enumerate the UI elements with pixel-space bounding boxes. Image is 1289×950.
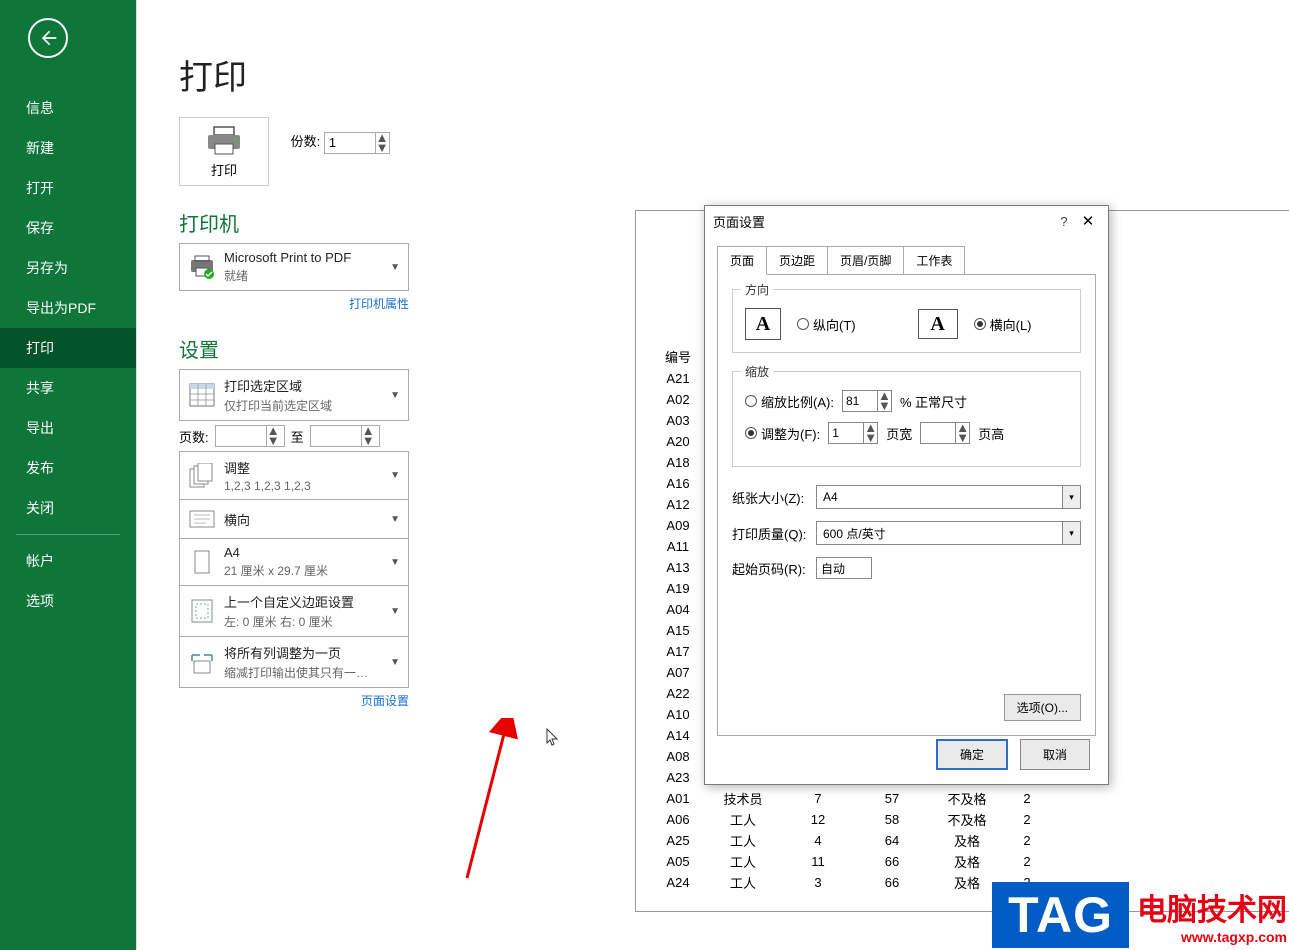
copies-label: 份数:: [291, 134, 321, 149]
watermark-logo: TAG 电脑技术网www.tagxp.com: [992, 882, 1287, 948]
copies-spinner[interactable]: ▲▼: [324, 132, 390, 154]
orientation-legend: 方向: [741, 281, 773, 298]
margins-dropdown[interactable]: 上一个自定义边距设置左: 0 厘米 右: 0 厘米 ▼: [179, 585, 409, 637]
printer-properties-link[interactable]: 打印机属性: [179, 295, 409, 312]
nav-item-10[interactable]: 关闭: [0, 488, 136, 528]
tab-2[interactable]: 页眉/页脚: [827, 246, 904, 275]
annotation-arrow: [437, 718, 547, 898]
chevron-down-icon: ▼: [390, 657, 400, 668]
collate-dropdown[interactable]: 调整1,2,3 1,2,3 1,2,3 ▼: [179, 451, 409, 500]
help-button[interactable]: ?: [1052, 214, 1076, 229]
nav-item-6[interactable]: 打印: [0, 328, 136, 368]
portrait-icon: A: [745, 308, 781, 340]
nav-separator: [16, 534, 120, 535]
print-button[interactable]: 打印: [179, 117, 269, 186]
orientation-dropdown[interactable]: 横向 ▼: [179, 499, 409, 539]
chevron-down-icon: ▼: [390, 606, 400, 617]
page-to-input[interactable]: [311, 426, 361, 446]
scale-legend: 缩放: [741, 363, 773, 380]
portrait-radio[interactable]: 纵向(T): [797, 315, 856, 334]
page-setup-link[interactable]: 页面设置: [179, 692, 409, 709]
paper-dropdown[interactable]: A421 厘米 x 29.7 厘米 ▼: [179, 538, 409, 586]
page-from-input[interactable]: [216, 426, 266, 446]
landscape-icon: [188, 506, 216, 532]
nav-item-0[interactable]: 信息: [0, 88, 136, 128]
close-button[interactable]: ✕: [1076, 212, 1100, 230]
chevron-down-icon: ▾: [1062, 486, 1080, 508]
collate-icon: [188, 463, 216, 489]
chevron-down-icon: ▼: [390, 557, 400, 568]
nav-item-3[interactable]: 保存: [0, 208, 136, 248]
scale-ratio-radio[interactable]: 缩放比例(A):: [745, 392, 834, 411]
printer-dropdown[interactable]: Microsoft Print to PDF 就绪 ▼: [179, 243, 409, 291]
chevron-down-icon: ▾: [1062, 522, 1080, 544]
nav-item-1[interactable]: 新建: [0, 128, 136, 168]
printer-icon: [206, 126, 242, 156]
tab-3[interactable]: 工作表: [903, 246, 965, 275]
nav-item-8[interactable]: 导出: [0, 408, 136, 448]
back-button[interactable]: [28, 18, 68, 58]
nav-item-7[interactable]: 共享: [0, 368, 136, 408]
nav-item-4[interactable]: 另存为: [0, 248, 136, 288]
selection-icon: [188, 382, 216, 408]
page-title: 打印: [179, 50, 1289, 99]
table-row: A25工人464及格2: [654, 830, 1052, 851]
col-header: 编号: [654, 346, 702, 368]
fit-height-input[interactable]: ▲▼: [920, 422, 970, 444]
page-setup-dialog: 页面设置 ? ✕ 页面页边距页眉/页脚工作表 方向 A 纵向(T) A 横向(L…: [704, 205, 1109, 785]
nav-bottom-0[interactable]: 帐户: [0, 541, 136, 581]
table-row: A01技术员757不及格2: [654, 788, 1052, 809]
table-row: A05工人1166及格2: [654, 851, 1052, 872]
page-to-spinner[interactable]: ▲▼: [310, 425, 380, 447]
pages-to-label: 至: [291, 427, 304, 446]
copies-input[interactable]: [325, 133, 371, 153]
page-icon: [188, 549, 216, 575]
scaling-dropdown[interactable]: 将所有列调整为一页缩减打印输出使其只有一… ▼: [179, 636, 409, 688]
nav-item-2[interactable]: 打开: [0, 168, 136, 208]
printer-status-icon: [188, 254, 216, 280]
fit-width-input[interactable]: ▲▼: [828, 422, 878, 444]
options-button[interactable]: 选项(O)...: [1004, 694, 1081, 721]
table-row: A06工人1258不及格2: [654, 809, 1052, 830]
printer-status: 就绪: [224, 267, 390, 284]
dialog-title: 页面设置: [713, 212, 1052, 231]
printer-name: Microsoft Print to PDF: [224, 250, 390, 265]
first-page-input[interactable]: [816, 557, 872, 579]
nav-bottom-1[interactable]: 选项: [0, 581, 136, 621]
fit-to-radio[interactable]: 调整为(F):: [745, 424, 820, 443]
chevron-down-icon: ▼: [390, 514, 400, 525]
fit-icon: [188, 649, 216, 675]
chevron-down-icon: ▼: [390, 390, 400, 401]
tab-1[interactable]: 页边距: [766, 246, 828, 275]
landscape-icon: A: [918, 309, 958, 339]
margins-icon: [188, 598, 216, 624]
chevron-down-icon: ▼: [390, 470, 400, 481]
print-quality-select[interactable]: 600 点/英寸▾: [816, 521, 1081, 545]
ok-button[interactable]: 确定: [936, 739, 1008, 770]
nav-item-5[interactable]: 导出为PDF: [0, 288, 136, 328]
tab-0[interactable]: 页面: [717, 246, 767, 275]
print-button-label: 打印: [206, 160, 242, 179]
cursor-icon: [545, 728, 561, 751]
page-from-spinner[interactable]: ▲▼: [215, 425, 285, 447]
copies-down[interactable]: ▼: [376, 143, 389, 153]
chevron-down-icon: ▼: [390, 262, 400, 273]
paper-size-select[interactable]: A4▾: [816, 485, 1081, 509]
cancel-button[interactable]: 取消: [1020, 739, 1090, 770]
landscape-radio[interactable]: 横向(L): [974, 315, 1032, 334]
print-area-dropdown[interactable]: 打印选定区域仅打印当前选定区域 ▼: [179, 369, 409, 421]
backstage-sidebar: 信息新建打开保存另存为导出为PDF打印共享导出发布关闭 帐户选项: [0, 0, 136, 950]
nav-item-9[interactable]: 发布: [0, 448, 136, 488]
main-panel: 打印 打印 份数: ▲▼ 打印机 i Microsoft Print to PD…: [136, 0, 1289, 950]
scale-ratio-input[interactable]: ▲▼: [842, 390, 892, 412]
pages-label: 页数:: [179, 427, 209, 446]
